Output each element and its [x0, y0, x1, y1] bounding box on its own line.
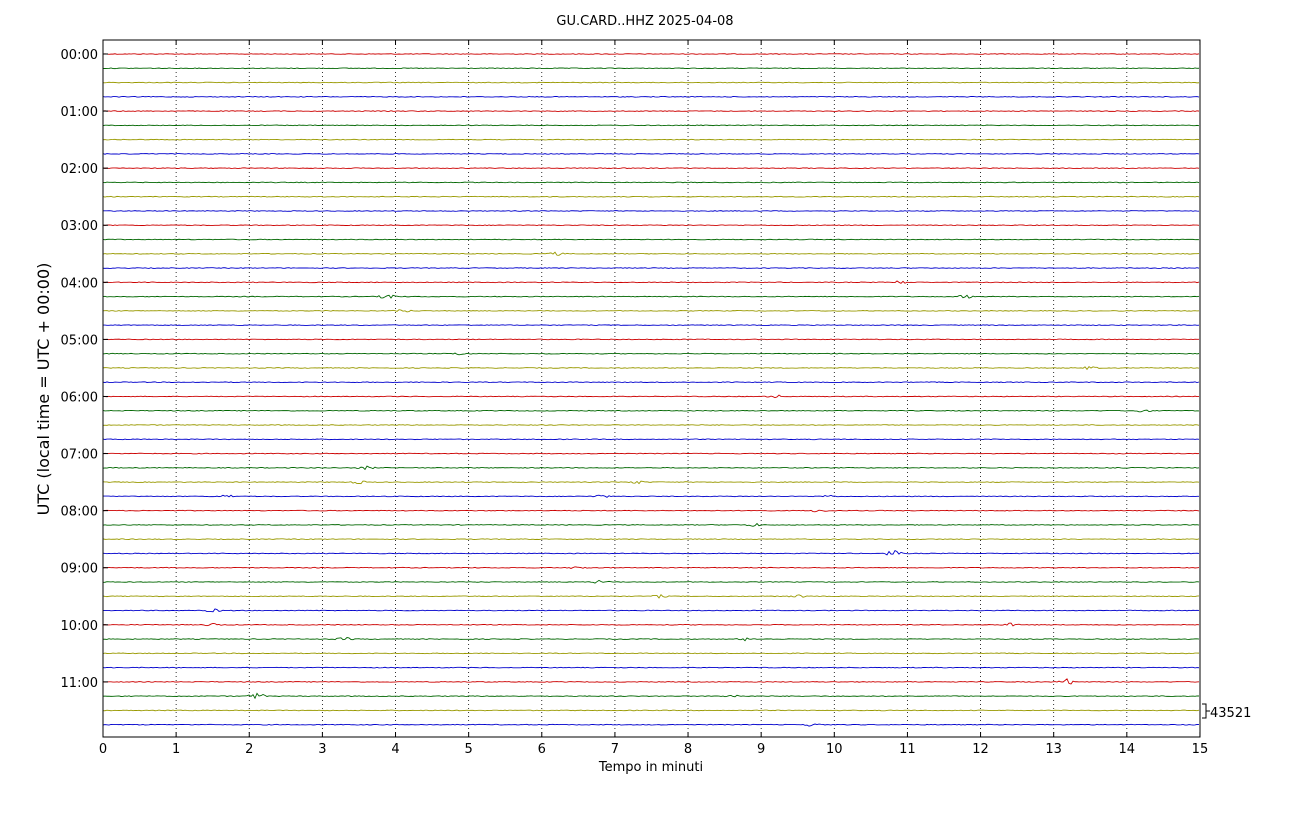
trace-line: [102, 652, 1200, 655]
scale-bar: 43521: [1202, 703, 1251, 721]
trace-line: [102, 238, 1200, 241]
y-tick-label: 07:00: [61, 448, 98, 463]
y-tick-label: 11:00: [61, 676, 98, 691]
x-axis-label: Tempo in minuti: [598, 760, 703, 775]
y-tick-label: 00:00: [61, 48, 98, 63]
y-tick-label: 02:00: [61, 162, 98, 177]
x-tick-label: 1: [172, 742, 180, 757]
trace-line: [102, 381, 1200, 384]
trace-line: [102, 338, 1200, 341]
x-tick-label: 13: [1045, 742, 1062, 757]
x-tick-label: 0: [99, 742, 107, 757]
y-axis-label: UTC (local time = UTC + 00:00): [34, 263, 53, 516]
chart-title: GU.CARD..HHZ 2025-04-08: [556, 14, 733, 29]
x-tick-label: 14: [1119, 742, 1136, 757]
x-tick-label: 4: [391, 742, 399, 757]
x-tick-label: 12: [972, 742, 989, 757]
x-tick-label: 9: [757, 742, 765, 757]
trace-line: [102, 666, 1200, 669]
helicorder-figure: GU.CARD..HHZ 2025-04-08 0 1 2 3 4 5 6 7 8 9 10 11 12…: [0, 0, 1290, 819]
y-tick-label: 10:00: [61, 619, 98, 634]
x-tick-label: 2: [245, 742, 253, 757]
y-tick-label: 03:00: [61, 219, 98, 234]
y-tick-label: 01:00: [61, 105, 98, 120]
trace-line: [102, 81, 1200, 84]
trace-line: [102, 153, 1200, 155]
x-tick-label: 3: [318, 742, 326, 757]
trace-line: [102, 110, 1200, 112]
y-tick-label: 09:00: [61, 562, 98, 577]
y-tick-label: 08:00: [61, 505, 98, 520]
trace-line: [102, 324, 1200, 326]
x-tick-label: 6: [538, 742, 546, 757]
x-tick-label: 11: [899, 742, 916, 757]
x-tick-label: 5: [465, 742, 473, 757]
trace-line: [102, 53, 1200, 55]
x-tick-label: 8: [684, 742, 692, 757]
trace-line: [102, 438, 1200, 441]
x-tick-label: 15: [1192, 742, 1209, 757]
x-tick-label: 7: [611, 742, 619, 757]
y-tick-label: 05:00: [61, 333, 98, 348]
x-tick-label: 10: [826, 742, 843, 757]
scale-value: 43521: [1210, 706, 1251, 721]
y-tick-label: 04:00: [61, 276, 98, 291]
y-tick-label: 06:00: [61, 390, 98, 405]
